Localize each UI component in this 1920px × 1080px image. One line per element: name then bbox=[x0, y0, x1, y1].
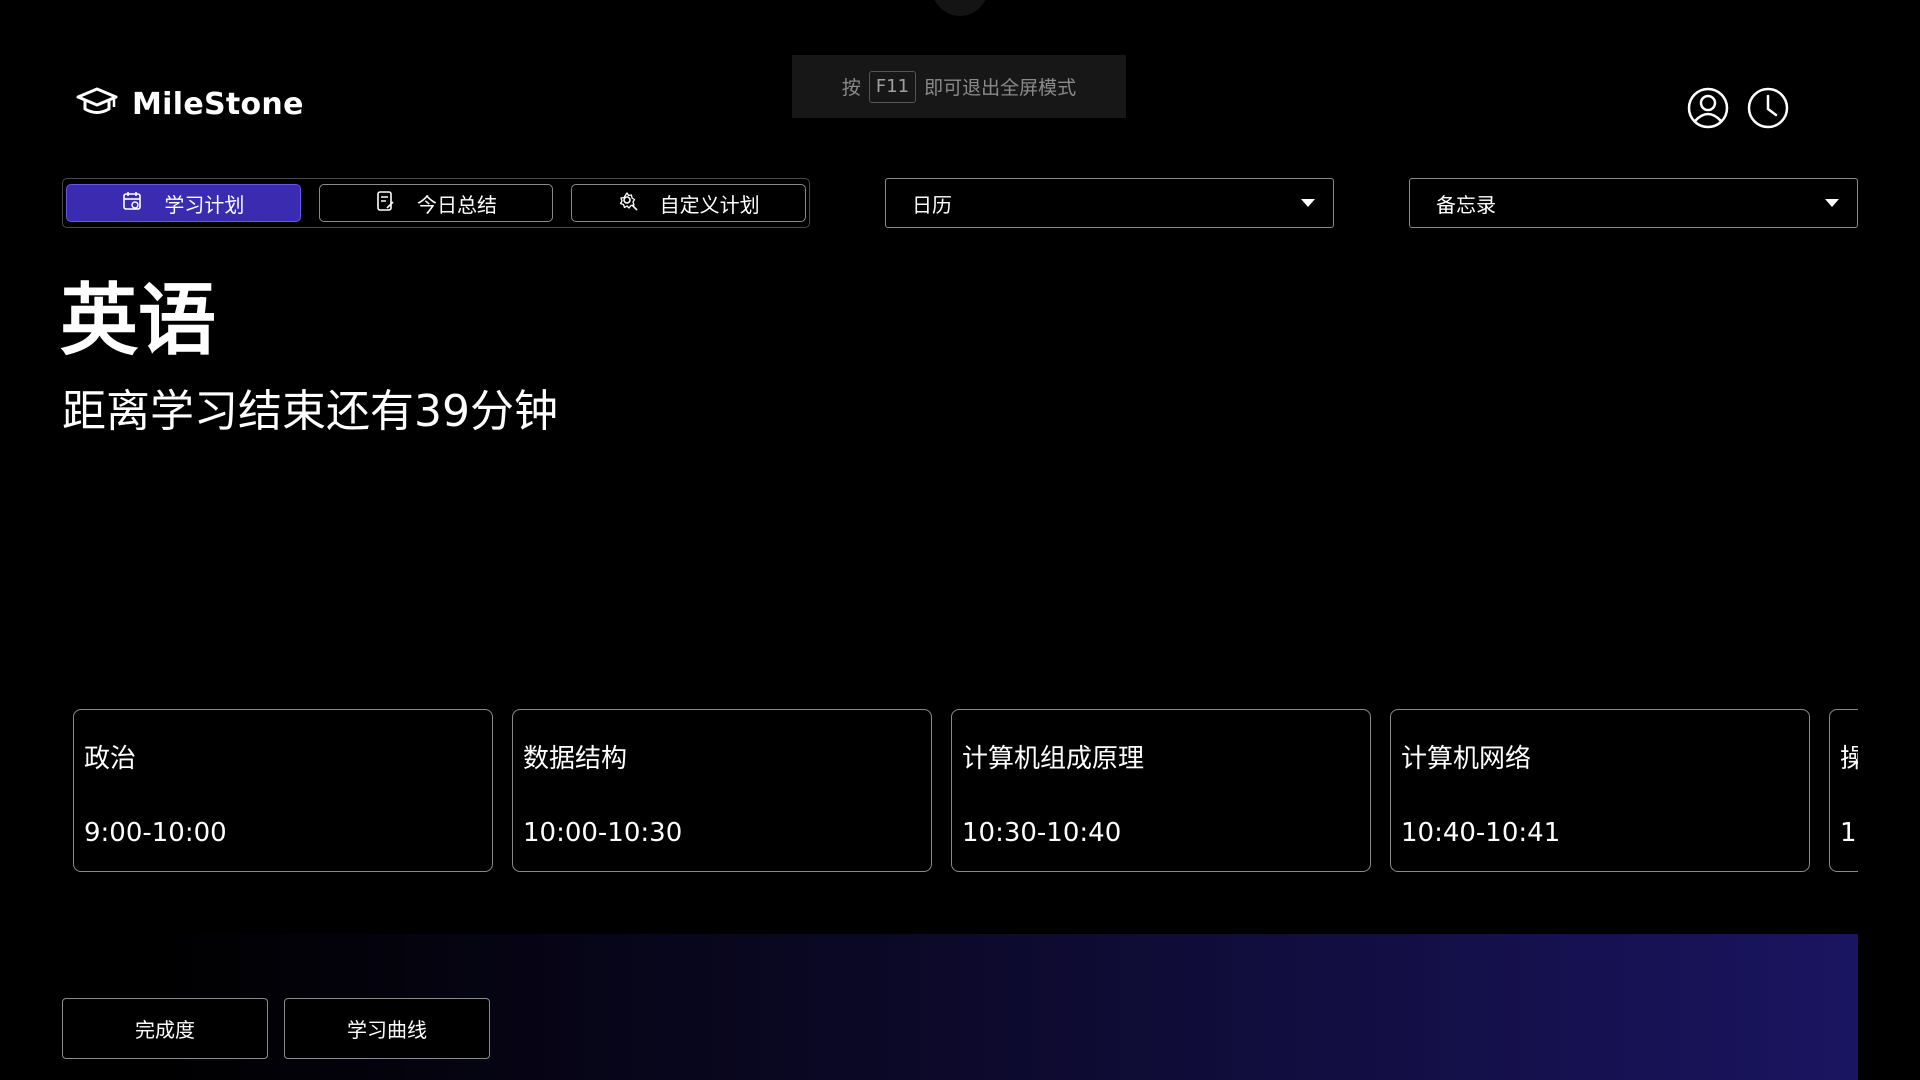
calendar-select[interactable]: 日历 bbox=[885, 178, 1334, 228]
schedule-subject: 计算机网络 bbox=[1401, 744, 1532, 774]
schedule-card[interactable]: 操 10 bbox=[1829, 709, 1858, 872]
fullscreen-hint-prefix: 按 bbox=[841, 77, 861, 99]
schedule-time: 10:30-10:40 bbox=[962, 818, 1122, 848]
tab-custom-plan-label: 自定义计划 bbox=[659, 192, 760, 217]
tab-custom-plan[interactable]: 自定义计划 bbox=[571, 184, 807, 222]
study-curve-button[interactable]: 学习曲线 bbox=[284, 998, 490, 1059]
tab-daily-summary[interactable]: 今日总结 bbox=[318, 184, 554, 222]
brand-logo[interactable]: MileStone bbox=[76, 86, 304, 122]
schedule-cards[interactable]: 政治 9:00-10:00 数据结构 10:00-10:30 计算机组成原理 1… bbox=[62, 707, 1858, 875]
caret-down-icon bbox=[1825, 199, 1839, 207]
countdown-text: 距离学习结束还有39分钟 bbox=[62, 386, 558, 437]
app-name: MileStone bbox=[132, 86, 304, 122]
tab-study-plan-label: 学习计划 bbox=[164, 192, 245, 217]
fullscreen-hint: 按 F11 即可退出全屏模式 bbox=[792, 55, 1126, 118]
schedule-time: 9:00-10:00 bbox=[84, 818, 227, 848]
schedule-card[interactable]: 计算机网络 10:40-10:41 bbox=[1390, 709, 1810, 872]
schedule-time: 10:00-10:30 bbox=[523, 818, 683, 848]
schedule-subject: 操 bbox=[1840, 744, 1858, 774]
f11-key: F11 bbox=[868, 70, 917, 103]
tab-daily-summary-label: 今日总结 bbox=[417, 192, 497, 217]
memo-select[interactable]: 备忘录 bbox=[1409, 178, 1858, 228]
schedule-card[interactable]: 数据结构 10:00-10:30 bbox=[512, 709, 932, 872]
calendar-select-value: 日历 bbox=[912, 192, 952, 217]
schedule-card[interactable]: 计算机组成原理 10:30-10:40 bbox=[951, 709, 1371, 872]
caret-down-icon bbox=[1301, 199, 1315, 207]
completion-button[interactable]: 完成度 bbox=[62, 998, 268, 1059]
current-subject: 英语 bbox=[60, 276, 217, 366]
schedule-card[interactable]: 政治 9:00-10:00 bbox=[73, 709, 493, 872]
user-icon[interactable] bbox=[1686, 86, 1730, 130]
header-actions bbox=[1686, 86, 1790, 130]
clock-icon[interactable] bbox=[1746, 86, 1790, 130]
memo-select-value: 备忘录 bbox=[1436, 192, 1496, 217]
schedule-subject: 计算机组成原理 bbox=[962, 744, 1145, 774]
notebook-icon bbox=[375, 190, 395, 216]
app-window: 按 F11 即可退出全屏模式 MileStone 学习计划 今日总结 自定义计划… bbox=[0, 0, 1920, 1080]
graduation-cap-icon bbox=[76, 86, 118, 122]
settings-icon bbox=[618, 191, 638, 216]
top-notch bbox=[932, 0, 988, 16]
tab-study-plan[interactable]: 学习计划 bbox=[66, 184, 301, 222]
schedule-time: 10:40-10:41 bbox=[1401, 818, 1561, 848]
fullscreen-hint-suffix: 即可退出全屏模式 bbox=[924, 77, 1077, 99]
schedule-time: 10 bbox=[1840, 818, 1858, 848]
schedule-subject: 数据结构 bbox=[523, 744, 628, 774]
schedule-subject: 政治 bbox=[84, 744, 137, 774]
calendar-icon bbox=[122, 191, 142, 216]
mode-tabs: 学习计划 今日总结 自定义计划 bbox=[62, 178, 810, 228]
